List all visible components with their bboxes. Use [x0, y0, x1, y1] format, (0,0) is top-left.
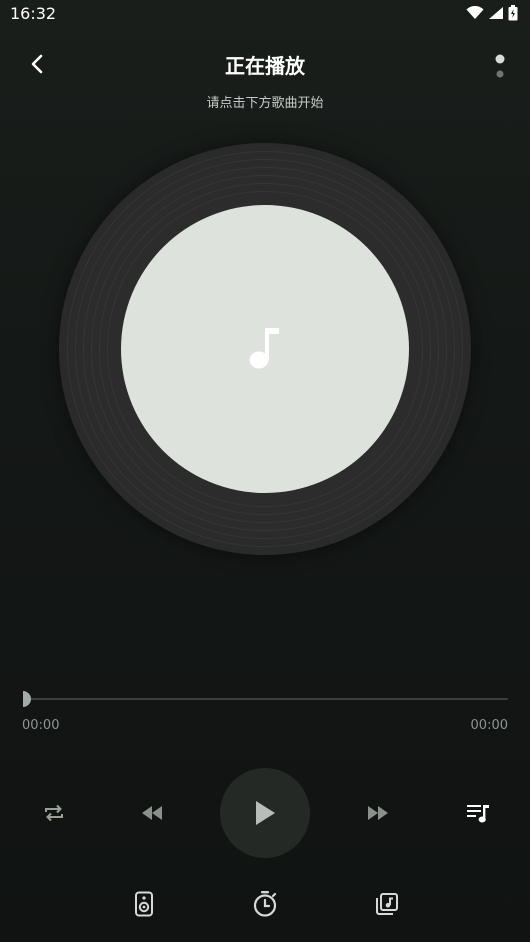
repeat-button[interactable] [36, 793, 72, 833]
next-button[interactable] [358, 793, 398, 833]
subtitle: 请点击下方歌曲开始 [206, 96, 324, 111]
speaker-button[interactable] [128, 884, 160, 924]
repeat-icon [45, 804, 63, 822]
bottom-toolbar [0, 884, 530, 924]
status-time: 16:32 [10, 3, 57, 23]
current-time: 00:00 [22, 718, 60, 733]
status-icons [466, 5, 518, 21]
timer-button[interactable] [248, 884, 282, 924]
cell-signal-icon [489, 7, 503, 19]
music-note-icon [249, 328, 279, 369]
page-title: 正在播放 [225, 54, 305, 78]
progress-thumb[interactable] [22, 691, 32, 707]
status-bar: 16:32 [0, 0, 530, 26]
fast-forward-icon [368, 806, 388, 820]
more-button[interactable] [488, 46, 512, 86]
battery-icon [508, 5, 518, 21]
playback-controls [0, 768, 530, 858]
wifi-icon [466, 6, 484, 19]
timer-icon [253, 891, 277, 917]
album-cover [121, 205, 409, 493]
playlist-button[interactable] [458, 793, 498, 833]
library-button[interactable] [370, 884, 404, 924]
top-bar: 正在播放 [0, 40, 530, 88]
rewind-icon [142, 806, 162, 820]
play-button[interactable] [220, 768, 310, 858]
progress-track [26, 698, 508, 700]
play-icon [256, 801, 275, 825]
vinyl-disc [59, 143, 471, 555]
more-dots-icon [495, 54, 505, 78]
previous-button[interactable] [132, 793, 172, 833]
total-time: 00:00 [470, 718, 508, 733]
music-library-icon [376, 893, 398, 915]
playlist-icon [467, 805, 489, 823]
speaker-icon [135, 891, 153, 917]
progress-bar[interactable] [22, 690, 508, 710]
